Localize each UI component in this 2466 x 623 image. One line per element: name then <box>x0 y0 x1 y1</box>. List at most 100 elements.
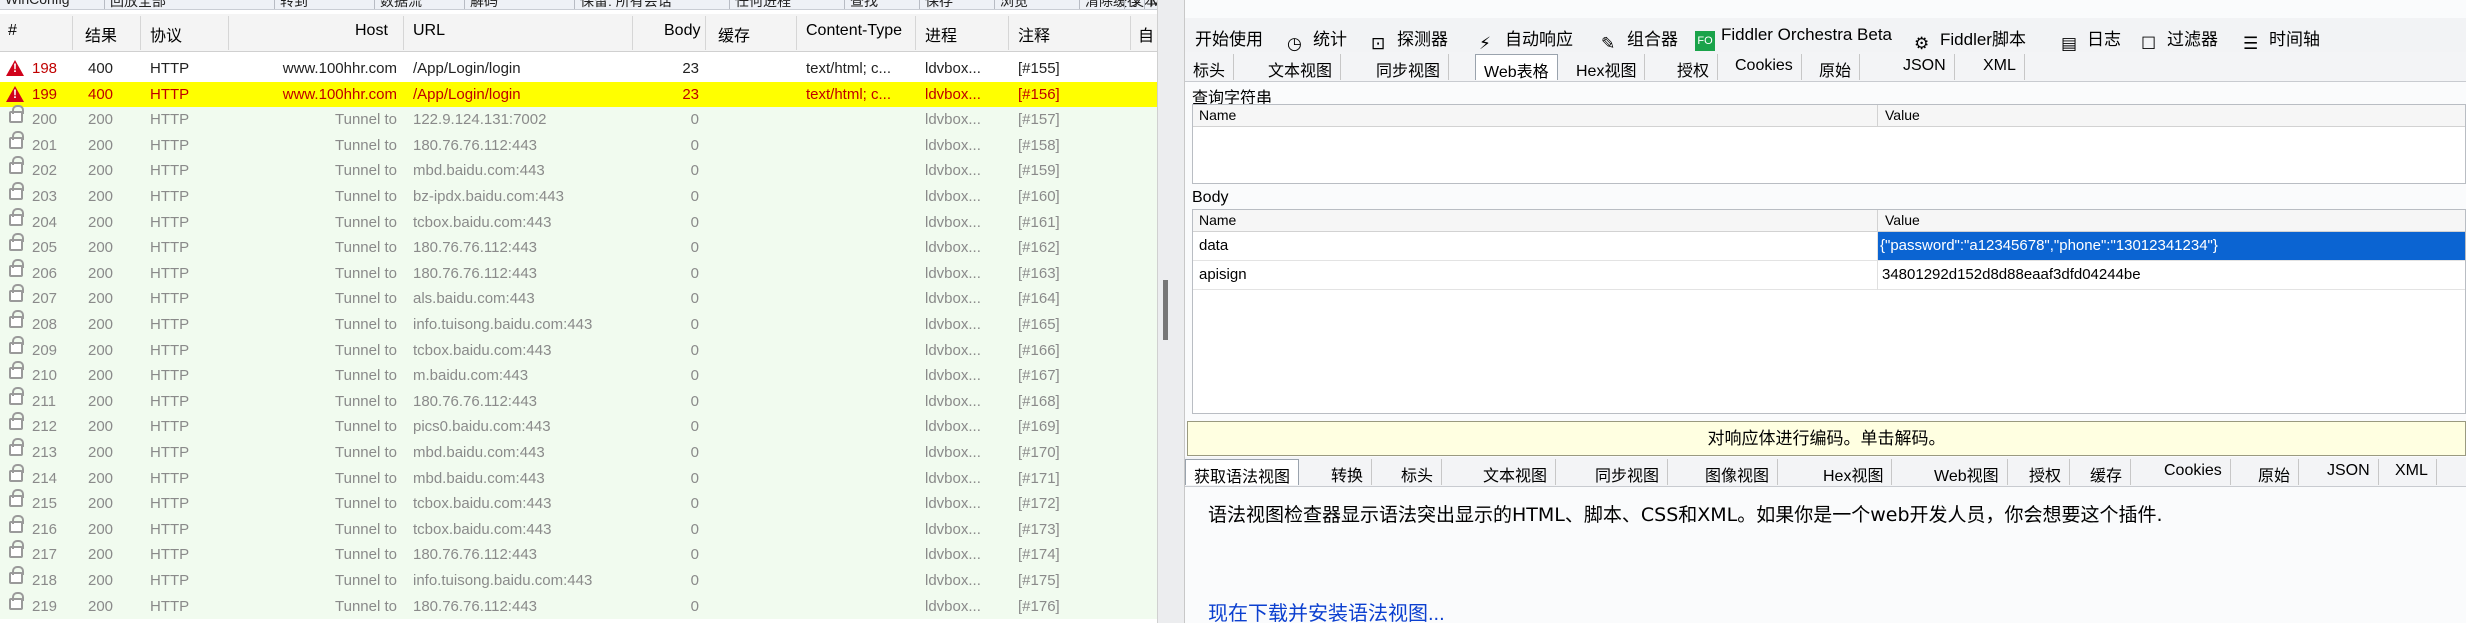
response-tab[interactable]: 标头 <box>1393 459 1443 485</box>
column-divider[interactable] <box>140 16 141 50</box>
response-tab[interactable]: 原始 <box>2250 459 2300 485</box>
column-divider[interactable] <box>632 16 633 50</box>
toolbar-item[interactable]: 数据流 <box>380 0 422 9</box>
session-row[interactable]: 209 200 HTTP Tunnel to tcbox.baidu.com:443 0 l… <box>0 335 1157 364</box>
request-tab[interactable]: Cookies <box>1727 54 1802 80</box>
query-string-grid[interactable]: Name Value <box>1192 104 2466 184</box>
query-value-col[interactable]: Value <box>1885 107 1920 123</box>
toolbar-item[interactable]: 查找 <box>850 0 878 9</box>
session-row[interactable]: 201 200 HTTP Tunnel to 180.76.76.112:443 0 ldv… <box>0 130 1157 159</box>
request-tab[interactable]: 原始 <box>1811 54 1861 80</box>
top-tab[interactable]: ✎ 组合器 <box>1597 23 1682 53</box>
top-tab[interactable]: ◷ 统计 <box>1283 23 1351 53</box>
session-row[interactable]: 203 200 HTTP Tunnel to bz-ipdx.baidu.com:443… <box>0 182 1157 210</box>
col-body[interactable]: Body <box>664 22 700 40</box>
body-row[interactable]: data {"password":"a12345678","phone":"130… <box>1193 232 2465 261</box>
body-value-col[interactable]: Value <box>1885 212 1920 228</box>
toolbar-item[interactable]: 保存 <box>925 0 953 9</box>
response-tab[interactable]: 缓存 <box>2082 459 2132 485</box>
session-row[interactable]: 215 200 HTTP Tunnel to tcbox.baidu.com:443 0 l… <box>0 489 1157 517</box>
toolbar-item[interactable]: 保留: 所有会话 <box>580 0 672 9</box>
session-row[interactable]: 202 200 HTTP Tunnel to mbd.baidu.com:443 0 ldv… <box>0 156 1157 184</box>
response-tab[interactable]: Hex视图 <box>1815 459 1893 485</box>
column-divider[interactable] <box>72 16 73 50</box>
col-cache[interactable]: 缓存 <box>718 22 750 46</box>
session-row[interactable]: 206 200 HTTP Tunnel to 180.76.76.112:443 0 ldv… <box>0 258 1157 287</box>
col-custom[interactable]: 自 <box>1138 22 1154 46</box>
request-tab[interactable]: JSON <box>1895 54 1955 80</box>
session-row[interactable]: 207 200 HTTP Tunnel to als.baidu.com:443 0 ldv… <box>0 284 1157 312</box>
body-name-col[interactable]: Name <box>1199 212 1236 228</box>
session-row[interactable]: 198 400 HTTP www.100hhr.com/App/Login/login… <box>0 56 1157 82</box>
session-row[interactable]: 199 400 HTTP www.100hhr.com/App/Login/login… <box>0 81 1157 108</box>
response-tab[interactable]: Cookies <box>2156 459 2231 485</box>
toolbar-item[interactable]: 转到 <box>280 0 308 9</box>
column-divider[interactable] <box>1130 16 1131 50</box>
session-row[interactable]: 208 200 HTTP Tunnel to info.tuisong.baidu.co… <box>0 310 1157 338</box>
col-number[interactable]: # <box>8 22 17 40</box>
col-result[interactable]: 结果 <box>85 22 117 46</box>
top-tab[interactable]: ▤ 日志 <box>2057 23 2125 53</box>
column-divider[interactable] <box>1008 16 1009 50</box>
request-tab[interactable]: 授权 <box>1669 54 1719 80</box>
session-list[interactable]: # 结果 协议 Host URL Body 缓存 Content-Type 进程 注释 自 198 4… <box>0 14 1157 623</box>
session-row[interactable]: 212 200 HTTP Tunnel to pics0.baidu.com:443 0 l… <box>0 412 1157 440</box>
response-tab[interactable]: 授权 <box>2021 459 2071 485</box>
col-process[interactable]: 进程 <box>925 22 957 46</box>
request-tab[interactable]: Hex视图 <box>1568 54 1646 80</box>
top-tab[interactable]: ☰ 时间轴 <box>2239 23 2324 53</box>
top-tab[interactable]: ⚙ Fiddler脚本 <box>1910 23 2030 53</box>
top-tab[interactable]: ⊡ 探测器 <box>1367 23 1452 53</box>
body-row-value[interactable]: 34801292d152d8d88eaaf3dfd04244be <box>1882 266 2141 283</box>
request-tab[interactable]: XML <box>1975 54 2025 80</box>
top-tab[interactable]: FO Fiddler Orchestra Beta <box>1691 23 1896 51</box>
response-tab[interactable]: 图像视图 <box>1697 459 1779 485</box>
body-row-value[interactable]: {"password":"a12345678","phone":"1301234… <box>1878 232 2465 260</box>
request-tab[interactable]: Web表格 <box>1475 54 1558 81</box>
col-comment[interactable]: 注释 <box>1018 22 1050 46</box>
session-row[interactable]: 213 200 HTTP Tunnel to mbd.baidu.com:443 0 ldv… <box>0 438 1157 466</box>
request-tab[interactable]: 同步视图 <box>1368 54 1450 80</box>
session-row[interactable]: 205 200 HTTP Tunnel to 180.76.76.112:443 0 ldv… <box>0 233 1157 261</box>
toolbar-item[interactable]: 回放全部 <box>110 0 166 9</box>
column-divider[interactable] <box>228 16 229 50</box>
request-tab[interactable]: 文本视图 <box>1260 54 1342 80</box>
top-tab[interactable]: 开始使用 <box>1191 23 1267 49</box>
response-tab[interactable]: JSON <box>2319 459 2379 485</box>
column-divider[interactable] <box>796 16 797 50</box>
toolbar-item[interactable]: 解码 <box>470 0 498 9</box>
session-row[interactable]: 211 200 HTTP Tunnel to 180.76.76.112:443 0 ldv… <box>0 386 1157 415</box>
column-divider[interactable] <box>705 16 706 50</box>
response-tab[interactable]: 获取语法视图 <box>1185 459 1300 486</box>
decode-bar[interactable]: 对响应体进行编码。单击解码。 <box>1187 421 2466 456</box>
session-row[interactable]: 217 200 HTTP Tunnel to 180.76.76.112:443 0 ldv… <box>0 540 1157 568</box>
toolbar-item[interactable]: WinConfig <box>5 0 70 9</box>
response-tab[interactable]: 同步视图 <box>1587 459 1669 485</box>
response-tab[interactable]: 转换 <box>1323 459 1373 485</box>
toolbar-item[interactable]: 浏览 <box>1000 0 1028 9</box>
column-divider[interactable] <box>403 16 404 50</box>
toolbar-item[interactable]: 任何进程 <box>735 0 791 9</box>
top-tab[interactable]: ⚡ 自动响应 <box>1475 23 1577 53</box>
session-row[interactable]: 210 200 HTTP Tunnel to m.baidu.com:443 0 ldvbo… <box>0 361 1157 389</box>
splitter-grip[interactable] <box>1163 280 1168 340</box>
session-row[interactable]: 214 200 HTTP Tunnel to mbd.baidu.com:443 0 ldv… <box>0 463 1157 492</box>
install-syntax-view-link[interactable]: 现在下载并安装语法视图... <box>1208 597 1445 623</box>
col-url[interactable]: URL <box>413 22 445 40</box>
column-divider[interactable] <box>915 16 916 50</box>
pane-splitter[interactable] <box>1157 0 1185 623</box>
session-row[interactable]: 200 200 HTTP Tunnel to 122.9.124.131:7002 0 ld… <box>0 105 1157 133</box>
query-name-col[interactable]: Name <box>1199 107 1236 123</box>
session-row[interactable]: 204 200 HTTP Tunnel to tcbox.baidu.com:443 0 l… <box>0 207 1157 236</box>
session-row[interactable]: 218 200 HTTP Tunnel to info.tuisong.baidu.co… <box>0 566 1157 594</box>
response-tab[interactable]: XML <box>2387 459 2437 485</box>
body-grid[interactable]: Name Value data {"password":"a12345678","… <box>1192 209 2466 414</box>
body-row[interactable]: apisign 34801292d152d8d88eaaf3dfd04244be <box>1193 261 2465 290</box>
col-host[interactable]: Host <box>355 22 388 40</box>
session-row[interactable]: 219 200 HTTP Tunnel to 180.76.76.112:443 0 ldv… <box>0 591 1157 620</box>
top-tab[interactable]: ☐ 过滤器 <box>2137 23 2222 53</box>
response-tab[interactable]: Web视图 <box>1926 459 2008 485</box>
col-protocol[interactable]: 协议 <box>150 22 182 46</box>
response-tab[interactable]: 文本视图 <box>1475 459 1557 485</box>
session-row[interactable]: 216 200 HTTP Tunnel to tcbox.baidu.com:443 0 l… <box>0 514 1157 543</box>
